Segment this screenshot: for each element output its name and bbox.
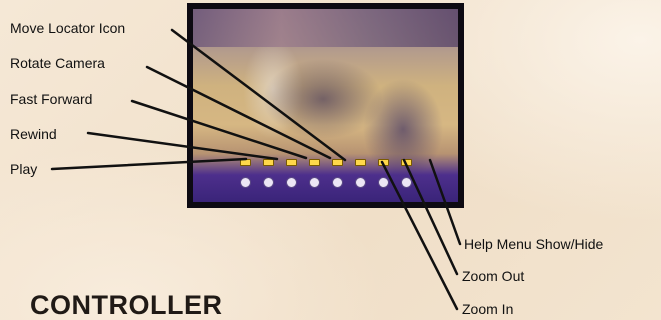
leader-zoom-in [380, 160, 459, 311]
callout-rewind: Rewind [10, 126, 57, 142]
leader-help-menu [428, 158, 462, 246]
leader-play [50, 157, 248, 171]
leader-move-locator [170, 28, 347, 162]
callout-fast-forward: Fast Forward [10, 91, 93, 107]
leader-rewind [86, 131, 279, 161]
callout-help-menu: Help Menu Show/Hide [464, 236, 604, 252]
callout-leader-lines [50, 28, 462, 311]
callout-rotate-camera: Rotate Camera [10, 55, 105, 71]
callout-move-locator-icon: Move Locator Icon [10, 20, 126, 36]
callout-zoom-in: Zoom In [462, 301, 514, 317]
callout-zoom-out: Zoom Out [462, 268, 525, 284]
callout-play: Play [10, 161, 38, 177]
section-heading: CONTROLLER [30, 290, 223, 320]
